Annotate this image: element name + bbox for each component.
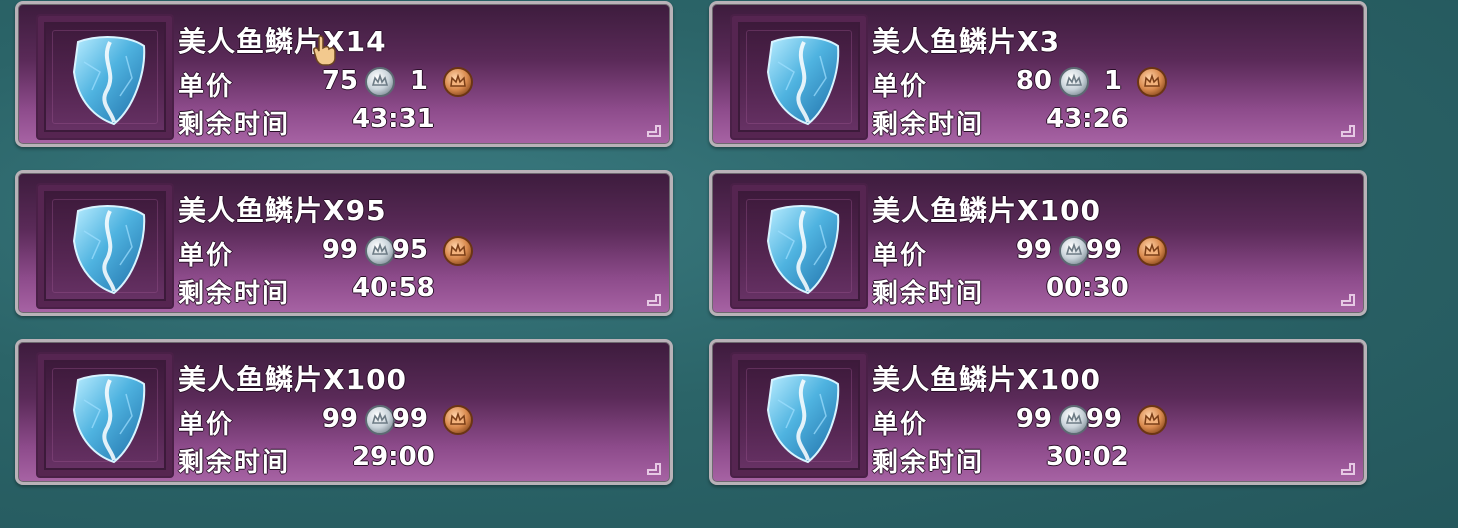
corner-marker-icon <box>1341 125 1355 137</box>
corner-marker-icon <box>1341 294 1355 306</box>
item-frame <box>36 14 174 140</box>
item-title: 美人鱼鳞片X3 <box>872 25 1061 58</box>
mermaid-scale-icon <box>766 36 840 126</box>
listing-details: 美人鱼鳞片X100 单价 99 99 剩余时间 29:00 <box>178 342 670 482</box>
bronze-crown-coin-icon <box>1137 67 1167 97</box>
item-title: 美人鱼鳞片X100 <box>872 194 1102 227</box>
price-label: 单价 <box>178 72 235 102</box>
silver-price: 99 <box>321 235 358 265</box>
time-remaining: 30:02 <box>1046 442 1129 472</box>
listing-details: 美人鱼鳞片X14 单价 75 1 剩余时间 43:31 <box>178 4 670 144</box>
gold-price: 1 <box>1103 66 1122 96</box>
bronze-crown-coin-icon <box>1137 236 1167 266</box>
bronze-crown-coin-icon <box>443 405 473 435</box>
bronze-crown-coin-icon <box>1137 405 1167 435</box>
listing-details: 美人鱼鳞片X100 单价 99 99 剩余时间 00:30 <box>872 173 1364 313</box>
corner-marker-icon <box>647 294 661 306</box>
price-label: 单价 <box>872 241 929 271</box>
item-title: 美人鱼鳞片X100 <box>872 363 1102 396</box>
corner-marker-icon <box>647 463 661 475</box>
item-frame <box>730 183 868 309</box>
item-frame <box>730 14 868 140</box>
item-frame <box>730 352 868 478</box>
gold-price: 95 <box>391 235 428 265</box>
gold-price: 99 <box>391 404 428 434</box>
silver-price: 99 <box>321 404 358 434</box>
gold-price: 1 <box>409 66 428 96</box>
price-label: 单价 <box>872 410 929 440</box>
gold-price: 99 <box>1085 235 1122 265</box>
time-label: 剩余时间 <box>178 110 291 140</box>
time-remaining: 43:31 <box>352 104 435 134</box>
mermaid-scale-icon <box>72 205 146 295</box>
bronze-crown-coin-icon <box>443 67 473 97</box>
price-label: 单价 <box>178 410 235 440</box>
listing-card[interactable]: 美人鱼鳞片X3 单价 80 1 剩余时间 43:26 <box>709 1 1367 147</box>
time-label: 剩余时间 <box>178 279 291 309</box>
time-label: 剩余时间 <box>872 279 985 309</box>
corner-marker-icon <box>647 125 661 137</box>
listing-card[interactable]: 美人鱼鳞片X100 单价 99 99 剩余时间 30:02 <box>709 339 1367 485</box>
mermaid-scale-icon <box>766 374 840 464</box>
listing-card[interactable]: 美人鱼鳞片X100 单价 99 99 剩余时间 29:00 <box>15 339 673 485</box>
mermaid-scale-icon <box>72 36 146 126</box>
mermaid-scale-icon <box>72 374 146 464</box>
listing-details: 美人鱼鳞片X95 单价 99 95 剩余时间 40:58 <box>178 173 670 313</box>
listing-details: 美人鱼鳞片X100 单价 99 99 剩余时间 30:02 <box>872 342 1364 482</box>
silver-price: 75 <box>321 66 358 96</box>
listing-details: 美人鱼鳞片X3 单价 80 1 剩余时间 43:26 <box>872 4 1364 144</box>
time-label: 剩余时间 <box>872 448 985 478</box>
item-title: 美人鱼鳞片X95 <box>178 194 387 227</box>
price-label: 单价 <box>872 72 929 102</box>
item-frame <box>36 183 174 309</box>
time-label: 剩余时间 <box>178 448 291 478</box>
silver-price: 99 <box>1015 404 1052 434</box>
item-frame <box>36 352 174 478</box>
time-remaining: 00:30 <box>1046 273 1129 303</box>
gold-price: 99 <box>1085 404 1122 434</box>
listing-card[interactable]: 美人鱼鳞片X100 单价 99 99 剩余时间 00:30 <box>709 170 1367 316</box>
time-label: 剩余时间 <box>872 110 985 140</box>
silver-price: 99 <box>1015 235 1052 265</box>
listing-card[interactable]: 美人鱼鳞片X95 单价 99 95 剩余时间 40:58 <box>15 170 673 316</box>
mermaid-scale-icon <box>766 205 840 295</box>
time-remaining: 40:58 <box>352 273 435 303</box>
item-title: 美人鱼鳞片X14 <box>178 25 387 58</box>
item-title: 美人鱼鳞片X100 <box>178 363 408 396</box>
time-remaining: 29:00 <box>352 442 435 472</box>
silver-price: 80 <box>1015 66 1052 96</box>
bronze-crown-coin-icon <box>443 236 473 266</box>
corner-marker-icon <box>1341 463 1355 475</box>
time-remaining: 43:26 <box>1046 104 1129 134</box>
price-label: 单价 <box>178 241 235 271</box>
listing-card[interactable]: 美人鱼鳞片X14 单价 75 1 剩余时间 43:31 <box>15 1 673 147</box>
